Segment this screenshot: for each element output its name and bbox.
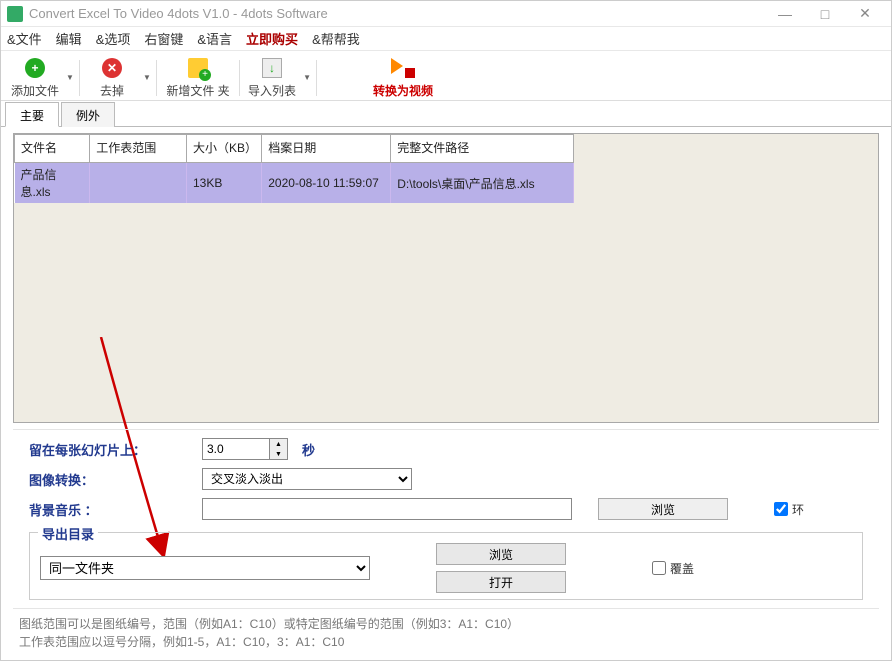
separator	[79, 60, 80, 96]
cell-filename: 产品信息.xls	[15, 163, 90, 204]
minimize-button[interactable]: —	[765, 2, 805, 26]
hint-line-2: 工作表范围应以逗号分隔，例如1-5，A1：C10，3：A1：C10	[19, 633, 873, 651]
add-file-label: 添加文件	[11, 82, 59, 99]
file-table-container: 文件名 工作表范围 大小（KB） 档案日期 完整文件路径 产品信息.xls 13…	[13, 133, 879, 423]
remove-label: 去掉	[100, 82, 124, 99]
app-icon	[7, 6, 23, 22]
menu-options[interactable]: &选项	[96, 29, 131, 48]
cell-path: D:\tools\桌面\产品信息.xls	[391, 163, 574, 204]
loop-checkbox[interactable]: 环	[774, 501, 804, 518]
toolbar: + 添加文件 ▼ ✕ 去掉 ▼ 新增文件 夹 导入列表 ▼ 转换为视频	[1, 51, 891, 101]
cell-worksheet	[90, 163, 187, 204]
spin-down-icon[interactable]: ▼	[270, 449, 287, 459]
overwrite-label: 覆盖	[670, 560, 694, 577]
separator	[239, 60, 240, 96]
menu-rightkey[interactable]: 右窗键	[144, 29, 183, 48]
export-browse-button[interactable]: 浏览	[436, 543, 566, 565]
bgm-label: 背景音乐 ：	[29, 500, 194, 519]
plus-icon: +	[25, 58, 45, 78]
file-table: 文件名 工作表范围 大小（KB） 档案日期 完整文件路径 产品信息.xls 13…	[14, 134, 574, 203]
import-list-dropdown[interactable]: ▼	[302, 73, 312, 82]
delete-icon: ✕	[102, 58, 122, 78]
loop-label: 环	[792, 501, 804, 518]
transition-label: 图像转换：	[29, 470, 194, 489]
import-icon	[262, 58, 282, 78]
stay-input[interactable]	[203, 439, 269, 459]
convert-icon	[391, 58, 415, 78]
export-legend: 导出目录	[38, 524, 98, 543]
folder-add-icon	[188, 58, 208, 78]
export-open-button[interactable]: 打开	[436, 571, 566, 593]
export-group: 导出目录 同一文件夹 浏览 打开 覆盖	[29, 532, 863, 600]
bgm-browse-button[interactable]: 浏览	[598, 498, 728, 520]
menu-help[interactable]: &帮帮我	[312, 29, 360, 48]
remove-dropdown[interactable]: ▼	[142, 73, 152, 82]
menu-file[interactable]: &文件	[7, 29, 42, 48]
col-date[interactable]: 档案日期	[262, 135, 391, 163]
menu-bar: &文件 编辑 &选项 右窗键 &语言 立即购买 &帮帮我	[1, 27, 891, 51]
export-folder-select[interactable]: 同一文件夹	[40, 556, 370, 580]
convert-label: 转换为视频	[373, 82, 433, 99]
cell-date: 2020-08-10 11:59:07	[262, 163, 391, 204]
col-filename[interactable]: 文件名	[15, 135, 90, 163]
tab-main[interactable]: 主要	[5, 102, 59, 127]
menu-buy-now[interactable]: 立即购买	[246, 29, 298, 48]
add-file-dropdown[interactable]: ▼	[65, 73, 75, 82]
separator	[156, 60, 157, 96]
tab-strip: 主要 例外	[1, 101, 891, 127]
overwrite-checkbox[interactable]: 覆盖	[652, 560, 694, 577]
col-path[interactable]: 完整文件路径	[391, 135, 574, 163]
hint-text: 图纸范围可以是图纸编号，范围（例如A1：C10）或特定图纸编号的范围（例如3：A…	[1, 609, 891, 657]
tab-except[interactable]: 例外	[61, 102, 115, 127]
col-worksheet[interactable]: 工作表范围	[90, 135, 187, 163]
new-folder-button[interactable]: 新增文件 夹	[161, 54, 235, 102]
menu-edit[interactable]: 编辑	[56, 29, 82, 48]
bgm-input[interactable]	[202, 498, 572, 520]
loop-check-input[interactable]	[774, 502, 788, 516]
import-list-button[interactable]: 导入列表	[244, 54, 300, 102]
hint-line-1: 图纸范围可以是图纸编号，范围（例如A1：C10）或特定图纸编号的范围（例如3：A…	[19, 615, 873, 633]
import-list-label: 导入列表	[248, 82, 296, 99]
menu-language[interactable]: &语言	[197, 29, 232, 48]
stay-unit: 秒	[302, 440, 315, 459]
title-bar: Convert Excel To Video 4dots V1.0 - 4dot…	[1, 1, 891, 27]
window-title: Convert Excel To Video 4dots V1.0 - 4dot…	[29, 6, 765, 21]
stay-spinner[interactable]: ▲▼	[202, 438, 288, 460]
transition-select[interactable]: 交叉淡入淡出	[202, 468, 412, 490]
col-size[interactable]: 大小（KB）	[187, 135, 262, 163]
overwrite-check-input[interactable]	[652, 561, 666, 575]
table-header-row: 文件名 工作表范围 大小（KB） 档案日期 完整文件路径	[15, 135, 574, 163]
stay-label: 留在每张幻灯片上：	[29, 440, 194, 459]
convert-to-video-button[interactable]: 转换为视频	[363, 54, 443, 102]
maximize-button[interactable]: □	[805, 2, 845, 26]
table-row[interactable]: 产品信息.xls 13KB 2020-08-10 11:59:07 D:\too…	[15, 163, 574, 204]
settings-form: 留在每张幻灯片上： ▲▼ 秒 图像转换： 交叉淡入淡出 背景音乐 ： 浏览 环 …	[13, 429, 879, 609]
close-button[interactable]: ✕	[845, 2, 885, 26]
main-pane: 文件名 工作表范围 大小（KB） 档案日期 完整文件路径 产品信息.xls 13…	[1, 127, 891, 429]
add-file-button[interactable]: + 添加文件	[7, 54, 63, 102]
spin-up-icon[interactable]: ▲	[270, 439, 287, 449]
remove-button[interactable]: ✕ 去掉	[84, 54, 140, 102]
new-folder-label: 新增文件 夹	[166, 82, 229, 99]
cell-size: 13KB	[187, 163, 262, 204]
separator	[316, 60, 317, 96]
